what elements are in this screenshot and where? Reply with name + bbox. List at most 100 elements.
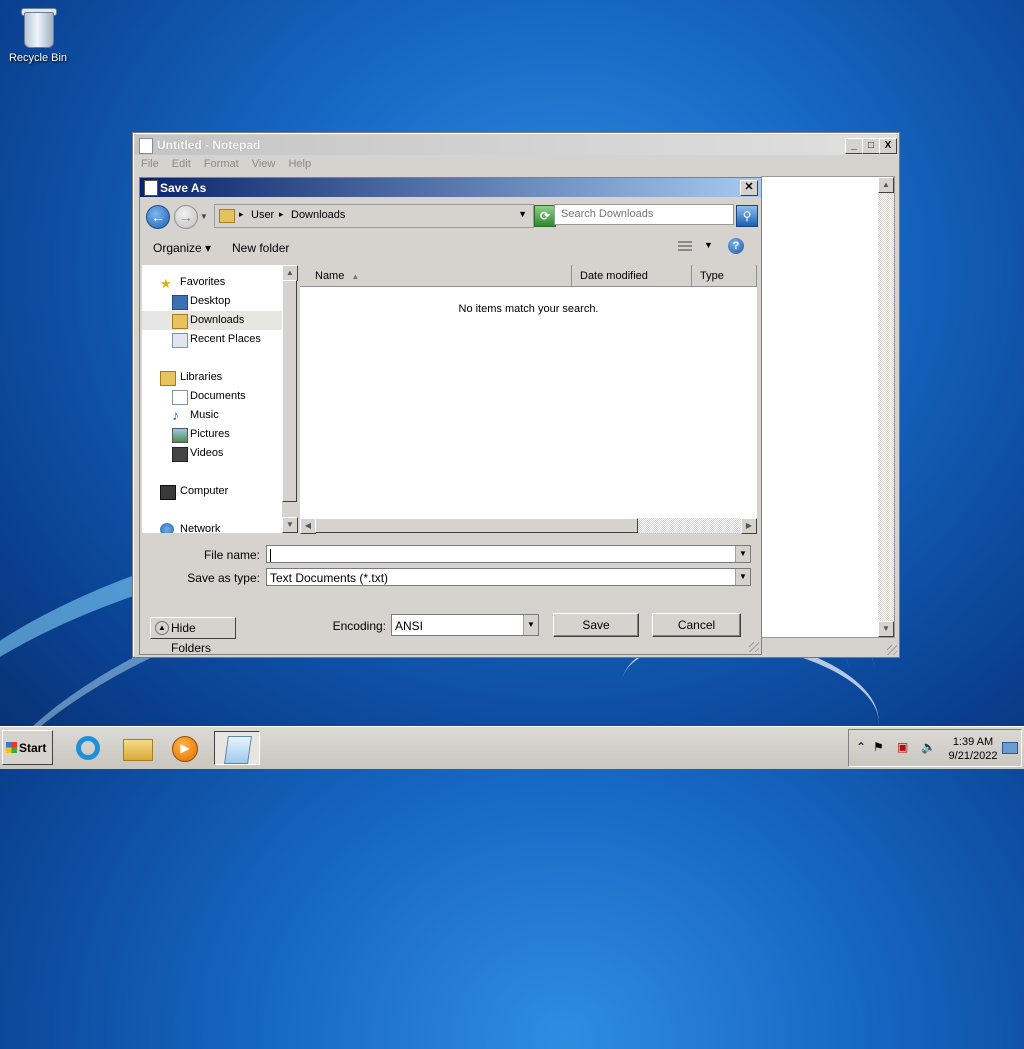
file-name-label: File name: bbox=[203, 548, 260, 562]
save-button[interactable]: Save bbox=[553, 613, 639, 637]
notepad-icon bbox=[139, 138, 153, 154]
dialog-title: Save As bbox=[160, 181, 207, 195]
menu-help[interactable]: Help bbox=[288, 158, 311, 170]
media-player-icon: ▶ bbox=[172, 736, 198, 762]
sidebar-item-downloads[interactable]: Downloads bbox=[142, 311, 282, 330]
cancel-button[interactable]: Cancel bbox=[652, 613, 741, 637]
close-button[interactable]: X bbox=[879, 138, 897, 154]
notepad-vertical-scrollbar[interactable]: ▲ ▼ bbox=[878, 177, 894, 637]
start-button[interactable]: Start bbox=[2, 730, 53, 765]
hide-folders-button[interactable]: ▲ Hide Folders bbox=[150, 617, 236, 655]
menu-format[interactable]: Format bbox=[204, 158, 239, 170]
save-as-type-select[interactable]: Text Documents (*.txt) ▼ bbox=[266, 568, 751, 586]
maximize-button[interactable]: □ bbox=[862, 138, 880, 154]
save-as-type-value: Text Documents (*.txt) bbox=[270, 571, 389, 585]
navigation-pane: ★ Favorites Desktop Downloads Recent Pla… bbox=[142, 265, 282, 533]
hide-folders-label: Hide Folders bbox=[171, 621, 212, 655]
menu-file[interactable]: File bbox=[141, 158, 159, 170]
menu-view[interactable]: View bbox=[252, 158, 276, 170]
breadcrumb-chevron-icon[interactable]: ▸ bbox=[279, 209, 284, 220]
column-header-name[interactable]: Name ▲ bbox=[300, 265, 572, 287]
file-list-horizontal-scrollbar[interactable]: ◀ ▶ bbox=[300, 518, 757, 534]
notepad-taskbar-button[interactable] bbox=[214, 731, 260, 765]
scroll-thumb[interactable] bbox=[282, 280, 297, 502]
chevron-down-icon[interactable]: ▼ bbox=[735, 546, 750, 562]
history-dropdown-icon[interactable]: ▼ bbox=[200, 212, 208, 221]
file-list[interactable]: Name ▲ Date modified Type No items match… bbox=[300, 265, 757, 534]
show-desktop-icon[interactable] bbox=[1002, 742, 1018, 754]
column-header-type[interactable]: Type bbox=[692, 265, 757, 287]
recycle-bin-desktop-icon[interactable]: Recycle Bin bbox=[6, 6, 70, 64]
encoding-select[interactable]: ANSI ▼ bbox=[391, 614, 539, 636]
refresh-icon[interactable]: ⟳ bbox=[534, 205, 556, 227]
folder-icon bbox=[219, 209, 235, 223]
action-center-flag-icon[interactable]: ⚑ bbox=[873, 740, 884, 754]
scroll-right-arrow-icon[interactable]: ▶ bbox=[741, 518, 757, 534]
view-dropdown-icon[interactable]: ▼ bbox=[704, 240, 713, 250]
address-bar[interactable]: ▸ User ▸ Downloads ▼ bbox=[214, 204, 534, 228]
address-dropdown-icon[interactable]: ▼ bbox=[518, 209, 527, 219]
folder-icon bbox=[123, 739, 153, 761]
organize-button[interactable]: Organize ▾ bbox=[153, 241, 211, 255]
navigation-pane-scrollbar[interactable]: ▲ ▼ bbox=[282, 265, 298, 533]
windows-logo-icon bbox=[6, 742, 17, 753]
menu-edit[interactable]: Edit bbox=[172, 158, 191, 170]
sidebar-item-videos[interactable]: Videos bbox=[142, 444, 282, 463]
dialog-title-bar[interactable]: Save As ✕ bbox=[140, 178, 761, 197]
scroll-down-arrow-icon[interactable]: ▼ bbox=[878, 621, 894, 637]
sidebar-item-music[interactable]: ♪ Music bbox=[142, 406, 282, 425]
forward-arrow-icon[interactable]: → bbox=[174, 205, 198, 229]
show-hidden-icons-icon[interactable]: ⌃ bbox=[856, 740, 866, 754]
new-folder-button[interactable]: New folder bbox=[232, 241, 289, 255]
resize-grip-icon[interactable] bbox=[887, 645, 897, 655]
scroll-up-arrow-icon[interactable]: ▲ bbox=[878, 177, 894, 193]
sidebar-item-network[interactable]: Network bbox=[142, 520, 282, 533]
encoding-value: ANSI bbox=[395, 619, 424, 633]
breadcrumb-user[interactable]: User bbox=[251, 209, 274, 221]
help-icon[interactable]: ? bbox=[728, 238, 744, 254]
explorer-taskbar-button[interactable] bbox=[119, 731, 153, 765]
search-input[interactable] bbox=[554, 204, 734, 225]
volume-icon[interactable]: 🔈 bbox=[921, 740, 936, 754]
sidebar-item-favorites[interactable]: ★ Favorites bbox=[142, 273, 282, 292]
notepad-title-bar[interactable]: Untitled - Notepad _ □ X bbox=[135, 135, 897, 155]
breadcrumb-downloads[interactable]: Downloads bbox=[291, 209, 345, 221]
resize-grip-icon[interactable] bbox=[749, 642, 759, 652]
libraries-icon bbox=[160, 371, 176, 386]
network-status-icon[interactable]: ▣ bbox=[897, 740, 908, 754]
clock[interactable]: 1:39 AM 9/21/2022 bbox=[943, 735, 1003, 763]
sidebar-item-documents[interactable]: Documents bbox=[142, 387, 282, 406]
sidebar-item-pictures[interactable]: Pictures bbox=[142, 425, 282, 444]
dialog-close-button[interactable]: ✕ bbox=[740, 180, 758, 196]
file-name-field[interactable]: ▼ bbox=[266, 545, 751, 563]
change-view-icon[interactable] bbox=[678, 241, 692, 253]
sidebar-item-computer[interactable]: Computer bbox=[142, 482, 282, 501]
scroll-up-arrow-icon[interactable]: ▲ bbox=[282, 265, 298, 281]
sidebar-item-desktop[interactable]: Desktop bbox=[142, 292, 282, 311]
scroll-thumb[interactable] bbox=[315, 518, 638, 533]
breadcrumb-chevron-icon[interactable]: ▸ bbox=[239, 209, 244, 220]
clock-time: 1:39 AM bbox=[952, 736, 994, 748]
scroll-left-arrow-icon[interactable]: ◀ bbox=[300, 518, 316, 534]
column-header-date-modified[interactable]: Date modified bbox=[572, 265, 692, 287]
sort-arrow-icon: ▲ bbox=[351, 272, 360, 281]
chevron-down-icon[interactable]: ▼ bbox=[735, 569, 750, 585]
sidebar-item-recent-places[interactable]: Recent Places bbox=[142, 330, 282, 349]
scroll-down-arrow-icon[interactable]: ▼ bbox=[282, 517, 298, 533]
chevron-down-icon[interactable]: ▼ bbox=[523, 615, 538, 635]
minimize-button[interactable]: _ bbox=[845, 138, 863, 154]
internet-explorer-taskbar-button[interactable] bbox=[70, 731, 104, 765]
empty-message: No items match your search. bbox=[458, 303, 599, 315]
chevron-up-icon: ▲ bbox=[155, 621, 169, 635]
back-arrow-icon[interactable]: ← bbox=[146, 205, 170, 229]
search-icon[interactable]: ⚲ bbox=[736, 205, 758, 227]
pictures-icon bbox=[172, 428, 188, 443]
downloads-folder-icon bbox=[172, 314, 188, 329]
clock-date: 9/21/2022 bbox=[948, 750, 998, 762]
save-as-type-label: Save as type: bbox=[187, 571, 260, 585]
notepad-text-area[interactable]: ▲ ▼ bbox=[761, 176, 895, 638]
sidebar-item-label: Desktop bbox=[190, 295, 231, 307]
sidebar-item-libraries[interactable]: Libraries bbox=[142, 368, 282, 387]
media-player-taskbar-button[interactable]: ▶ bbox=[166, 731, 200, 765]
videos-icon bbox=[172, 447, 188, 462]
